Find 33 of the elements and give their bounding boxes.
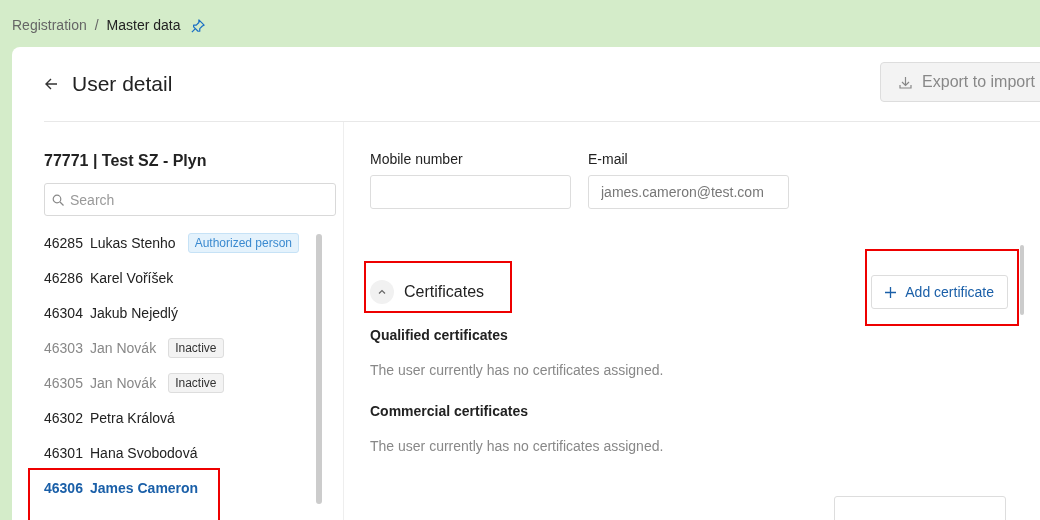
download-icon [899, 75, 913, 89]
back-arrow-icon[interactable] [44, 77, 58, 91]
field-label: Mobile number [370, 151, 464, 167]
add-certificate-button[interactable]: Add certificate [871, 275, 1008, 309]
user-list-item[interactable]: 46302 Petra Králová [44, 400, 175, 435]
pin-icon[interactable] [190, 19, 205, 33]
scrollbar[interactable] [316, 234, 322, 504]
user-list-item[interactable]: 46286 Karel Voříšek [44, 260, 174, 295]
user-list-item[interactable]: 46306 James Cameron [44, 470, 199, 505]
subsection-title: Commercial certificates [370, 403, 529, 419]
breadcrumb-link[interactable]: Registration [12, 17, 87, 33]
empty-message: The user currently has no certificates assigned. [370, 362, 665, 378]
section-title: Certificates [404, 283, 485, 301]
field-label: E-mail [588, 151, 629, 167]
page-title: User detail [72, 72, 173, 96]
status-tag: Inactive [168, 372, 224, 393]
breadcrumb-separator: / [94, 17, 99, 33]
scrollbar[interactable] [1020, 245, 1024, 315]
user-list-item[interactable]: 46304 Jakub Nejedlý [44, 295, 178, 330]
user-list-item[interactable]: 46301 Hana Svobodová [44, 435, 198, 470]
input-field[interactable]: james.cameron@test.com [588, 175, 789, 209]
chevron-icon [377, 287, 387, 297]
input-field[interactable] [370, 175, 571, 209]
empty-message: The user currently has no certificates assigned. [370, 438, 665, 454]
user-list-item[interactable]: 46285 Lukas Stenho Authorized person [44, 225, 300, 260]
collapse-toggle[interactable] [370, 280, 394, 304]
role-tag: Authorized person [187, 232, 300, 253]
subsection-title: Qualified certificates [370, 327, 509, 343]
organization-title: 77771 | Test SZ - Plyn [44, 152, 208, 170]
breadcrumb-link[interactable]: Master data [106, 17, 181, 33]
status-tag: Inactive [168, 337, 224, 358]
search-field[interactable]: Search [44, 183, 336, 216]
plus-icon [885, 286, 897, 298]
